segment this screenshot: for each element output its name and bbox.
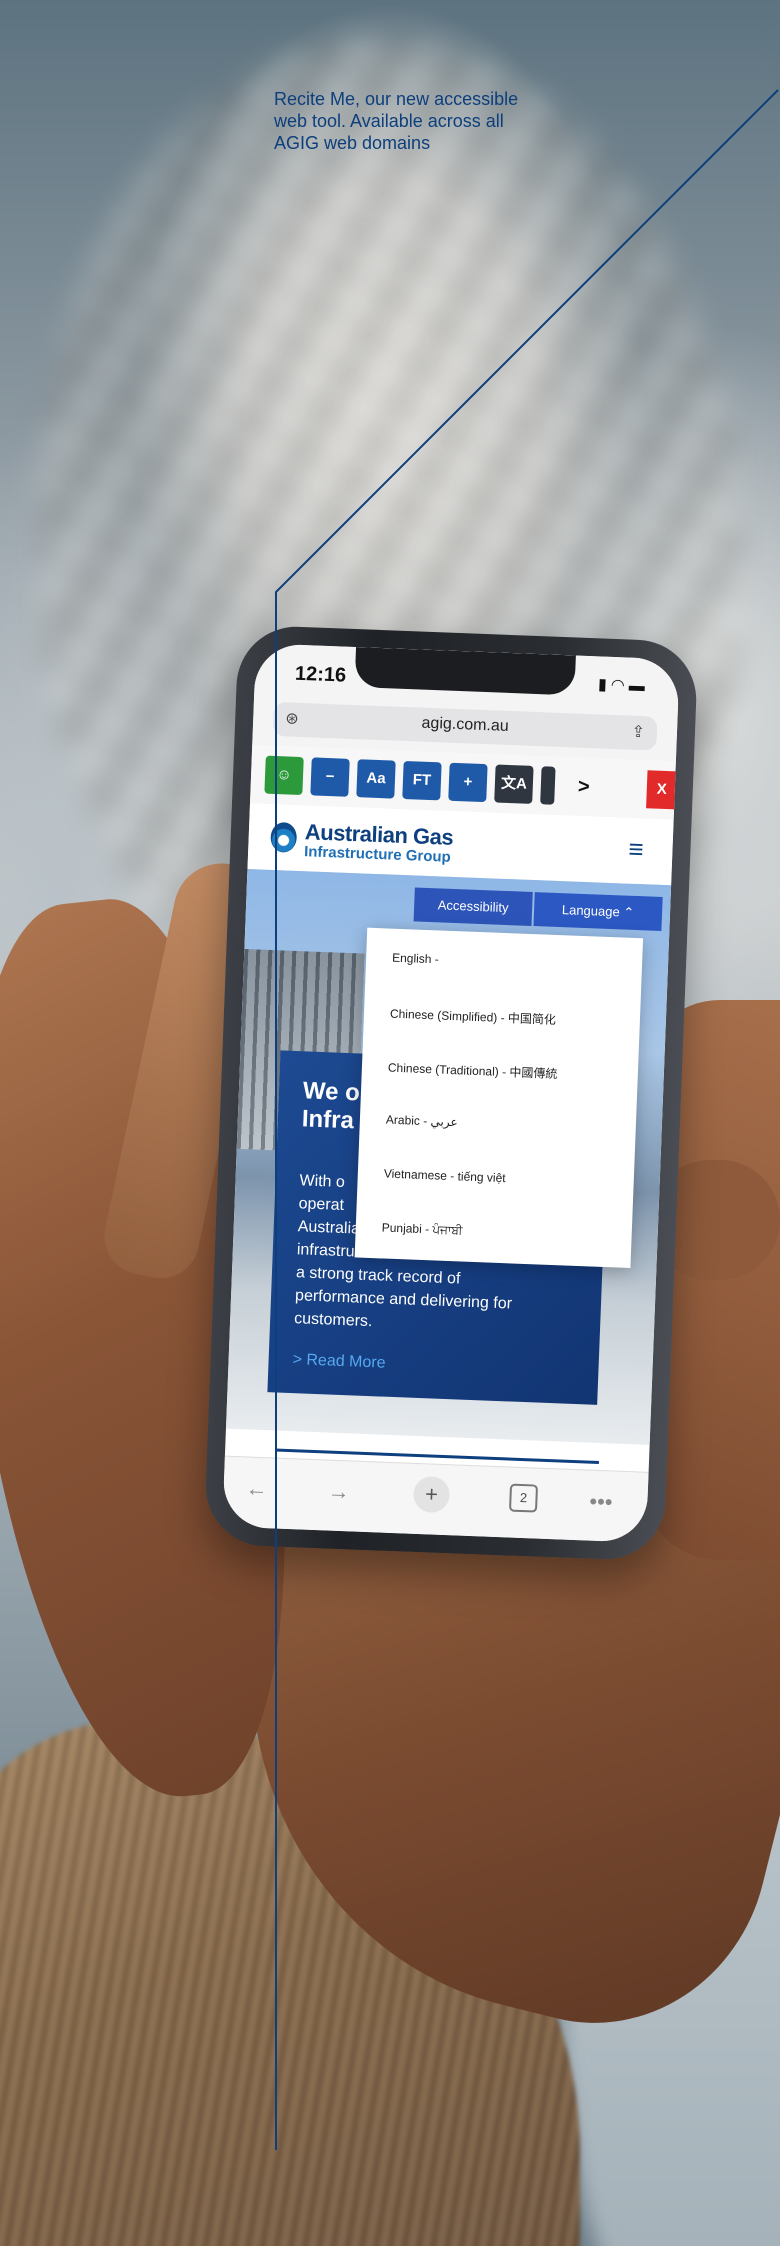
zoom-out-button[interactable]: − bbox=[310, 757, 350, 797]
tab-accessibility[interactable]: Accessibility bbox=[413, 887, 533, 926]
status-time: 12:16 bbox=[294, 662, 347, 687]
language-option-punjabi[interactable]: Punjabi - ਪੰਜਾਬੀ bbox=[381, 1220, 463, 1238]
recite-logo-button[interactable]: ☺ bbox=[264, 755, 304, 796]
forward-icon[interactable]: → bbox=[327, 1479, 350, 1506]
read-more-link[interactable]: > Read More bbox=[292, 1351, 386, 1373]
battery-icon: ▬ bbox=[628, 677, 650, 696]
language-option-english[interactable]: English - bbox=[392, 951, 439, 967]
url-text: agig.com.au bbox=[421, 714, 510, 735]
signal-icon: ▮ bbox=[597, 676, 612, 694]
scroll-right-button[interactable]: > bbox=[564, 767, 603, 806]
browser-bottom-toolbar: ← → + 2 ••• bbox=[222, 1455, 649, 1543]
zoom-in-button[interactable]: + bbox=[448, 762, 488, 803]
font-size-button[interactable]: Aa bbox=[356, 759, 396, 799]
tab-language-label: Language bbox=[561, 902, 621, 920]
close-toolbar-button[interactable]: X bbox=[646, 770, 678, 810]
language-option-chinese-simplified[interactable]: Chinese (Simplified) - 中国简化 bbox=[390, 1005, 557, 1028]
font-type-button[interactable]: FT bbox=[402, 760, 442, 801]
new-tab-icon[interactable]: + bbox=[412, 1475, 451, 1514]
phone-notch bbox=[354, 647, 576, 696]
status-icons: ▮◠▬ bbox=[598, 674, 650, 696]
language-option-vietnamese[interactable]: Vietnamese - tiếng việt bbox=[384, 1166, 506, 1185]
chevron-up-icon: ⌃ bbox=[623, 904, 635, 920]
language-dropdown: English - Chinese (Simplified) - 中国简化 Ch… bbox=[354, 927, 644, 1269]
menu-icon[interactable]: ≡ bbox=[628, 834, 655, 865]
address-field[interactable]: ⊛ agig.com.au ⇪ bbox=[272, 701, 658, 751]
caption-text: Recite Me, our new accessible web tool. … bbox=[274, 89, 519, 153]
agig-logo-icon bbox=[270, 821, 298, 853]
back-icon[interactable]: ← bbox=[245, 1475, 268, 1502]
phone-screen: 12:16 ▮◠▬ ⊛ agig.com.au ⇪ ☺ − Aa FT + 文A bbox=[222, 643, 680, 1543]
translate-button[interactable]: 文A bbox=[494, 764, 534, 804]
language-option-chinese-traditional[interactable]: Chinese (Traditional) - 中國傳統 bbox=[388, 1059, 558, 1082]
hero-section: Accessibility Language ⌃ We o Infra With… bbox=[225, 869, 672, 1445]
photo-scene: 12:16 ▮◠▬ ⊛ agig.com.au ⇪ ☺ − Aa FT + 文A bbox=[0, 0, 780, 2246]
utility-tabs: Accessibility Language ⌃ bbox=[413, 887, 663, 931]
language-option-arabic[interactable]: Arabic - عربي bbox=[386, 1113, 458, 1130]
wifi-icon: ◠ bbox=[610, 676, 630, 695]
tab-count-button[interactable]: 2 bbox=[508, 1483, 539, 1513]
more-tools-button[interactable] bbox=[540, 766, 556, 805]
tab-language[interactable]: Language ⌃ bbox=[533, 892, 663, 931]
share-icon[interactable]: ⇪ bbox=[631, 722, 645, 742]
more-options-icon[interactable]: ••• bbox=[589, 1489, 613, 1516]
smartphone: 12:16 ▮◠▬ ⊛ agig.com.au ⇪ ☺ − Aa FT + 文A bbox=[203, 624, 699, 1562]
